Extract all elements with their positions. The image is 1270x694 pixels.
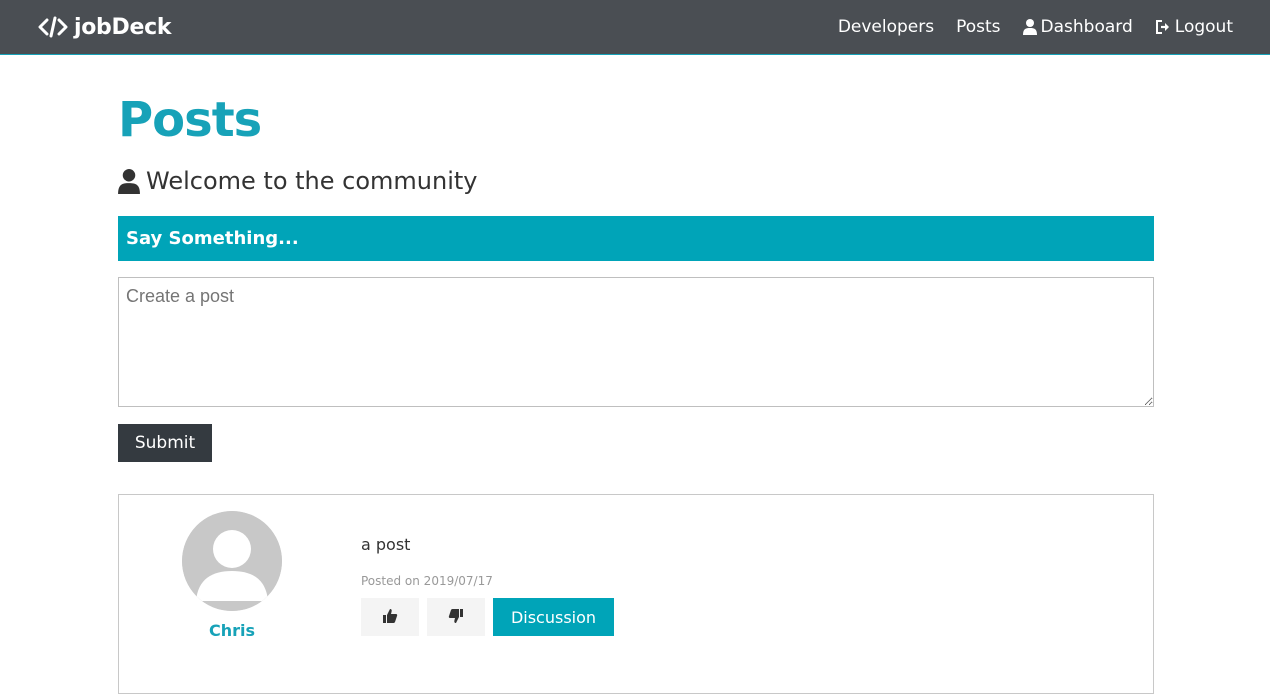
nav-link-posts[interactable]: Posts (956, 17, 1000, 37)
main-content: Posts Welcome to the community Say Somet… (118, 56, 1154, 694)
nav-link-dashboard[interactable]: Dashboard (1022, 17, 1133, 37)
code-icon (38, 16, 68, 38)
post-body: a post Posted on 2019/07/17 Discussion (361, 535, 614, 636)
author-name-link[interactable]: Chris (209, 621, 255, 640)
post-form-header: Say Something... (118, 216, 1154, 261)
brand-name: jobDeck (74, 14, 172, 40)
post-text: a post (361, 535, 411, 554)
post-form-header-text: Say Something... (126, 228, 299, 249)
discussion-button[interactable]: Discussion (493, 598, 614, 636)
nav-link-label: Logout (1174, 17, 1233, 37)
user-icon (118, 168, 140, 194)
nav-link-developers[interactable]: Developers (838, 17, 934, 37)
post-author: Chris (182, 511, 282, 640)
post-item: Chris a post Posted on 2019/07/17 Discus… (118, 494, 1154, 694)
nav-link-logout[interactable]: Logout (1155, 17, 1233, 37)
post-form: Submit (118, 277, 1154, 462)
page-lead-text: Welcome to the community (146, 167, 478, 195)
like-button[interactable] (361, 598, 419, 636)
navbar: jobDeck Developers Posts Dashboard Logou… (0, 0, 1270, 55)
nav-link-label: Posts (956, 17, 1001, 37)
page-lead: Welcome to the community (118, 166, 1154, 196)
user-icon (1022, 19, 1037, 35)
thumbs-up-icon (382, 608, 398, 627)
page-title: Posts (118, 92, 262, 148)
nav-links: Developers Posts Dashboard Logout (838, 17, 1233, 37)
post-textarea[interactable] (118, 277, 1154, 407)
brand-link[interactable]: jobDeck (38, 15, 171, 40)
submit-button[interactable]: Submit (118, 424, 212, 462)
dislike-button[interactable] (427, 598, 485, 636)
nav-link-label: Dashboard (1040, 17, 1133, 37)
post-actions: Discussion (361, 598, 614, 636)
sign-out-icon (1155, 19, 1171, 35)
nav-link-label: Developers (837, 17, 935, 37)
thumbs-down-icon (448, 608, 464, 627)
post-date: Posted on 2019/07/17 (361, 574, 493, 588)
avatar[interactable] (182, 511, 282, 611)
